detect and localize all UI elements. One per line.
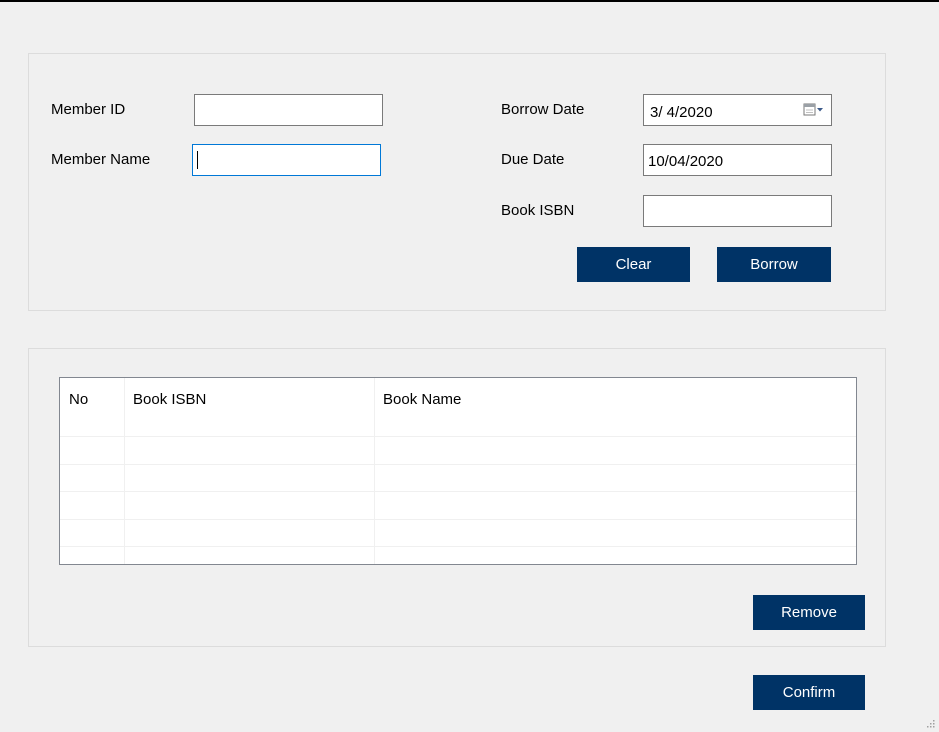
table-row[interactable] [60, 465, 856, 492]
borrow-date-value: 3/ 4/2020 [650, 104, 713, 121]
borrow-date-picker[interactable]: 3/ 4/2020 [643, 94, 832, 126]
due-date-label: Due Date [501, 151, 565, 168]
table-row[interactable] [60, 437, 856, 464]
book-isbn-label: Book ISBN [501, 202, 575, 219]
borrowed-books-grid[interactable]: No Book ISBN Book Name [59, 377, 857, 565]
column-header-book-name[interactable]: Book Name [374, 378, 854, 436]
due-date-value: 10/04/2020 [648, 153, 724, 170]
table-row[interactable] [60, 492, 856, 519]
book-isbn-field[interactable] [643, 195, 832, 227]
borrow-button[interactable]: Borrow [717, 247, 831, 282]
column-header-no[interactable]: No [60, 378, 124, 436]
member-name-label: Member Name [51, 151, 151, 168]
confirm-button[interactable]: Confirm [753, 675, 865, 710]
row-divider [60, 546, 856, 547]
resize-grip-icon[interactable] [927, 720, 935, 728]
borrow-date-label: Borrow Date [501, 101, 585, 118]
member-id-label: Member ID [51, 101, 126, 118]
due-date-field[interactable]: 10/04/2020 [643, 144, 832, 176]
table-row[interactable] [60, 520, 856, 547]
text-caret [197, 151, 198, 169]
remove-button[interactable]: Remove [753, 595, 865, 630]
member-name-field[interactable] [192, 144, 381, 176]
column-header-book-isbn[interactable]: Book ISBN [124, 378, 374, 436]
clear-button[interactable]: Clear [577, 247, 690, 282]
calendar-dropdown-icon[interactable] [803, 103, 823, 117]
window-top-border [0, 0, 939, 2]
member-id-field[interactable] [194, 94, 383, 126]
